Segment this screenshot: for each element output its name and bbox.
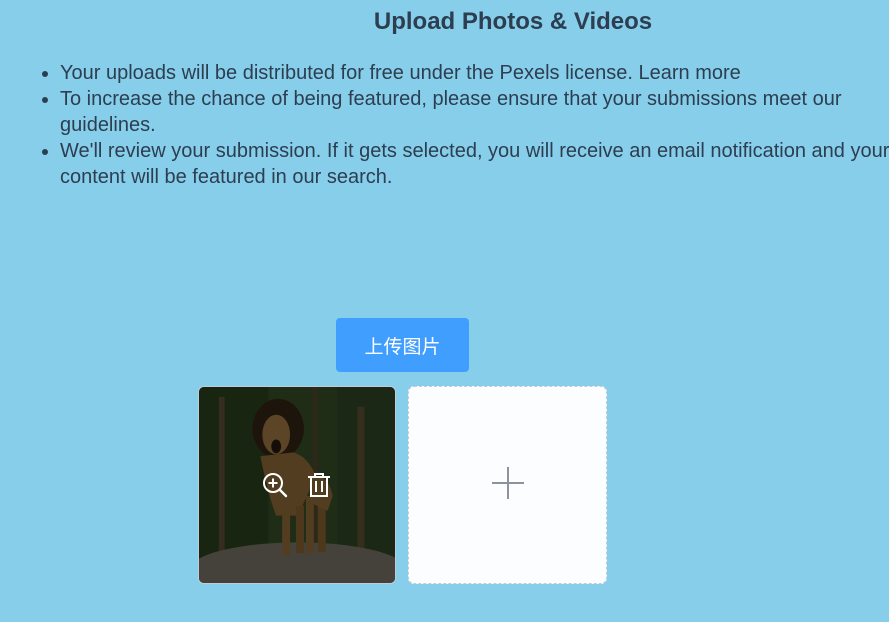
- upload-image-button[interactable]: 上传图片: [336, 318, 469, 372]
- guidelines-list: Your uploads will be distributed for fre…: [0, 60, 889, 190]
- plus-icon: [491, 466, 525, 505]
- guideline-item: To increase the chance of being featured…: [60, 86, 889, 138]
- page-title: Upload Photos & Videos: [373, 8, 653, 35]
- thumbnail-actions-overlay: [199, 387, 395, 583]
- guideline-item: Your uploads will be distributed for fre…: [60, 60, 889, 86]
- guideline-item: We'll review your submission. If it gets…: [60, 138, 889, 190]
- add-image-tile[interactable]: [408, 386, 607, 584]
- uploaded-image-thumbnail[interactable]: [198, 386, 396, 584]
- delete-icon[interactable]: [304, 470, 334, 500]
- zoom-in-icon[interactable]: [260, 470, 290, 500]
